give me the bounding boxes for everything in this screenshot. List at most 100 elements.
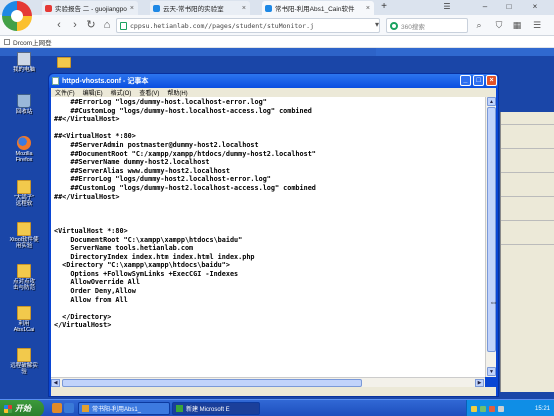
shield-icon[interactable]: ⛉	[492, 18, 506, 32]
tab-lab[interactable]: 云天-常书阳的实验室 ×	[150, 1, 250, 15]
tray-icon[interactable]	[471, 405, 477, 412]
app-icon	[176, 405, 183, 412]
horizontal-scrollbar[interactable]: ◀ ▶	[51, 377, 485, 387]
tray-icon[interactable]	[480, 405, 486, 412]
tab-bar: 实验报告 二 - guojiangpo × 云天-常书阳的实验室 × 常书阳-利…	[0, 0, 554, 15]
folder-icon	[17, 348, 31, 362]
scroll-up-icon[interactable]: ▲	[487, 97, 496, 106]
page-favicon-icon	[153, 4, 160, 12]
search-icon[interactable]: ⌕	[472, 18, 486, 32]
folder-icon[interactable]	[57, 57, 71, 68]
new-tab-button[interactable]: +	[378, 1, 390, 13]
bookmarks-bar: Drcom上网登	[0, 36, 554, 48]
menu-help[interactable]: 帮助(H)	[167, 88, 187, 97]
quicklaunch-icon[interactable]	[64, 403, 74, 413]
desktop-icon-label: 回收站	[15, 109, 33, 115]
clock: 15:21	[534, 405, 550, 412]
start-button[interactable]: 开始	[0, 400, 44, 416]
start-label: 开始	[15, 404, 31, 413]
page-icon	[4, 38, 10, 45]
config-text: ##ErrorLog "logs/dummy-host.localhost-er…	[54, 98, 316, 330]
maximize-button[interactable]: □	[473, 75, 484, 86]
tray-icon[interactable]	[489, 405, 495, 412]
folder-icon	[17, 306, 31, 320]
scroll-right-icon[interactable]: ▶	[475, 379, 484, 387]
computer-icon	[17, 52, 31, 66]
menu-file[interactable]: 文件(F)	[55, 88, 75, 97]
page-favicon-icon	[265, 4, 272, 12]
minimize-icon[interactable]: –	[478, 1, 492, 13]
desktop-icon-folder-3[interactable]: 点对点攻 击与防范	[4, 264, 44, 291]
menu-view[interactable]: 查看(V)	[139, 88, 159, 97]
menu-format[interactable]: 格式(O)	[111, 88, 132, 97]
taskbar-item-label: 常书阳-利用Abs1_	[92, 407, 142, 413]
search-placeholder: 360搜索	[401, 23, 425, 31]
background-window-strip	[376, 48, 554, 56]
menu-icon[interactable]: ☰	[440, 1, 454, 13]
close-button[interactable]: ×	[486, 75, 497, 86]
taskbar: 开始 常书阳-利用Abs1_ 新建 Microsoft E 15:21	[0, 399, 554, 416]
desktop-icon-folder-1[interactable]: "大鸽子" 远程软	[4, 180, 44, 207]
close-tab-icon[interactable]: ×	[130, 5, 134, 12]
desktop-icon-label: 远程破解实 验	[10, 363, 38, 375]
desktop-icon-label: Mozilla Firefox	[15, 151, 33, 163]
minimize-button[interactable]: _	[460, 75, 471, 86]
forward-icon[interactable]: ›	[68, 18, 82, 32]
close-tab-icon[interactable]: ×	[366, 5, 370, 12]
browser-logo-icon[interactable]	[2, 1, 32, 31]
maximize-icon[interactable]: □	[502, 1, 516, 13]
close-tab-icon[interactable]: ×	[242, 5, 246, 12]
h-scroll-thumb[interactable]	[62, 379, 362, 387]
windows-logo-icon	[4, 404, 12, 413]
notepad-title: httpd-vhosts.conf - 记事本	[62, 78, 149, 85]
notepad-window: httpd-vhosts.conf - 记事本 _ □ × 文件(F) 编辑(E…	[48, 73, 499, 397]
search-engine-icon	[390, 21, 398, 30]
background-window	[500, 112, 554, 392]
desktop-icon-folder-5[interactable]: 远程破解实 验	[4, 348, 44, 375]
lock-icon	[120, 21, 127, 30]
desktop-icon-label: Xtool软件使 用实验	[9, 237, 39, 249]
vertical-scrollbar[interactable]: ▲ ▼	[485, 97, 496, 377]
notepad-menu-bar: 文件(F) 编辑(E) 格式(O) 查看(V) 帮助(H)	[51, 88, 496, 97]
notepad-icon	[52, 77, 59, 85]
desktop-icon-label: 利用 Abs1Cai	[13, 321, 35, 333]
extensions-icon[interactable]: ▦	[510, 18, 524, 32]
firefox-icon	[17, 136, 31, 150]
address-bar[interactable]: cppsu.hetianlab.com//pages/student/stuMo…	[116, 18, 380, 33]
status-bar	[51, 387, 496, 396]
desktop-icon-recycle-bin[interactable]: 回收站	[4, 94, 44, 115]
taskbar-item-active[interactable]: 新建 Microsoft E	[172, 402, 260, 415]
more-icon[interactable]: ☰	[530, 18, 544, 32]
dropdown-icon[interactable]: ▾	[370, 18, 384, 32]
taskbar-item-label: 新建 Microsoft E	[186, 407, 230, 413]
page-favicon-icon	[45, 4, 52, 12]
reload-icon[interactable]: ↻	[84, 18, 98, 32]
remote-desktop: 我的电脑 回收站 Mozilla Firefox "大鸽子" 远程软 Xtool…	[0, 48, 554, 416]
close-icon[interactable]: ×	[528, 1, 542, 13]
tab-active[interactable]: 常书阳-利用Abs1_Cain软件 ×	[262, 1, 374, 15]
folder-icon	[17, 222, 31, 236]
desktop-icon-folder-4[interactable]: 利用 Abs1Cai	[4, 306, 44, 333]
back-icon[interactable]: ‹	[52, 18, 66, 32]
mouse-cursor-icon: ⇔	[489, 297, 498, 307]
menu-edit[interactable]: 编辑(E)	[83, 88, 103, 97]
quicklaunch-icon[interactable]	[52, 403, 62, 413]
text-editor[interactable]: ##ErrorLog "logs/dummy-host.localhost-er…	[51, 97, 485, 377]
tray-icon[interactable]	[498, 405, 504, 412]
notepad-title-bar[interactable]: httpd-vhosts.conf - 记事本	[49, 74, 498, 88]
bookmark-item[interactable]: Drcom上网登	[13, 37, 52, 47]
scroll-down-icon[interactable]: ▼	[487, 367, 496, 376]
taskbar-item[interactable]: 常书阳-利用Abs1_	[78, 402, 170, 415]
desktop-icon-folder-2[interactable]: Xtool软件使 用实验	[4, 222, 44, 249]
scroll-thumb[interactable]	[487, 107, 496, 352]
desktop-icon-my-computer[interactable]: 我的电脑	[4, 52, 44, 73]
tab-experiment-report[interactable]: 实验报告 二 - guojiangpo ×	[42, 1, 138, 15]
tab-label: 常书阳-利用Abs1_Cain软件	[275, 6, 355, 13]
desktop-icon-firefox[interactable]: Mozilla Firefox	[4, 136, 44, 163]
scroll-left-icon[interactable]: ◀	[51, 379, 60, 387]
folder-icon	[17, 180, 31, 194]
desktop-icon-label: 我的电脑	[12, 67, 35, 73]
search-box[interactable]: 360搜索	[386, 18, 468, 33]
navigation-bar: ‹ › ↻ ⌂ cppsu.hetianlab.com//pages/stude…	[0, 15, 554, 36]
home-icon[interactable]: ⌂	[100, 18, 114, 32]
